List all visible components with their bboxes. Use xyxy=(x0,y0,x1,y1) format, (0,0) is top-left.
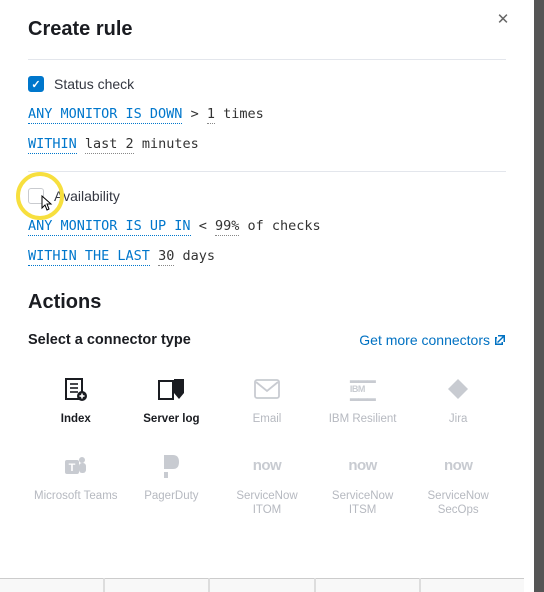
connector-label: ServiceNow ITOM xyxy=(221,489,313,518)
connector-jira[interactable]: Jira xyxy=(410,362,506,438)
get-more-connectors-link[interactable]: Get more connectors xyxy=(359,332,506,348)
actions-heading: Actions xyxy=(0,283,534,328)
now-icon: now xyxy=(348,451,377,481)
status-expr-1: ANY MONITOR IS DOWN > 1 times xyxy=(28,104,506,126)
connector-label: ServiceNow ITSM xyxy=(317,489,409,518)
select-connector-label: Select a connector type xyxy=(28,332,191,348)
svg-text:T: T xyxy=(68,462,75,474)
availability-label: Availability xyxy=(54,188,120,204)
status-expr-2: WITHIN last 2 minutes xyxy=(28,134,506,156)
close-icon[interactable]: ✕ xyxy=(494,10,512,28)
connector-index[interactable]: Index xyxy=(28,362,124,438)
availability-section: Availability ANY MONITOR IS UP IN < 99% … xyxy=(0,172,534,283)
expr-keyword[interactable]: WITHIN THE LAST xyxy=(28,248,150,266)
connector-label: Server log xyxy=(143,412,199,426)
connector-pagerduty[interactable]: PagerDuty xyxy=(124,439,220,530)
ibm-icon: ▬▬▬IBM▬▬▬ xyxy=(350,374,376,404)
expr-keyword[interactable]: WITHIN xyxy=(28,136,77,154)
now-icon: now xyxy=(253,451,282,481)
expr-unit: minutes xyxy=(142,136,199,152)
connector-label: ServiceNow SecOps xyxy=(412,489,504,518)
connector-grid: Index Server log Email ▬▬▬IBM▬▬▬ IBM Res… xyxy=(0,362,534,539)
connector-label: PagerDuty xyxy=(144,489,198,503)
connector-now[interactable]: now ServiceNow ITSM xyxy=(315,439,411,530)
connector-label: Index xyxy=(61,412,91,426)
expr-keyword[interactable]: ANY MONITOR IS UP IN xyxy=(28,218,191,236)
availability-checkbox[interactable] xyxy=(28,188,44,204)
index-icon xyxy=(63,374,89,404)
expr-keyword[interactable]: ANY MONITOR IS DOWN xyxy=(28,106,182,124)
expr-value[interactable]: 99% xyxy=(215,218,239,236)
expr-value[interactable]: 30 xyxy=(158,248,174,266)
expr-op: > xyxy=(191,106,199,122)
expr-time[interactable]: last 2 xyxy=(85,136,134,154)
page-title: Create rule xyxy=(28,18,506,41)
connector-email[interactable]: Email xyxy=(219,362,315,438)
expr-value[interactable]: 1 xyxy=(207,106,215,124)
now-icon: now xyxy=(444,451,473,481)
connector-label: Jira xyxy=(449,412,468,426)
status-check-checkbox[interactable] xyxy=(28,76,44,92)
connector-label: IBM Resilient xyxy=(329,412,397,426)
popout-icon xyxy=(494,334,506,346)
status-check-label: Status check xyxy=(54,76,134,92)
expr-unit: days xyxy=(182,248,215,264)
expr-unit: times xyxy=(223,106,264,122)
connector-now[interactable]: now ServiceNow SecOps xyxy=(410,439,506,530)
email-icon xyxy=(254,374,280,404)
expr-unit: of checks xyxy=(248,218,321,234)
connector-teams[interactable]: T Microsoft Teams xyxy=(28,439,124,530)
connector-label: Microsoft Teams xyxy=(34,489,118,503)
expr-op: < xyxy=(199,218,207,234)
avail-expr-1: ANY MONITOR IS UP IN < 99% of checks xyxy=(28,216,506,238)
connector-ibm[interactable]: ▬▬▬IBM▬▬▬ IBM Resilient xyxy=(315,362,411,438)
serverlog-icon xyxy=(157,374,185,404)
bottom-tabs xyxy=(0,578,524,592)
status-check-section: Status check ANY MONITOR IS DOWN > 1 tim… xyxy=(0,60,534,171)
connector-now[interactable]: now ServiceNow ITOM xyxy=(219,439,315,530)
connector-serverlog[interactable]: Server log xyxy=(124,362,220,438)
avail-expr-2: WITHIN THE LAST 30 days xyxy=(28,246,506,268)
connector-label: Email xyxy=(253,412,282,426)
teams-icon: T xyxy=(63,451,89,481)
jira-icon xyxy=(446,374,470,404)
pagerduty-icon xyxy=(161,451,181,481)
